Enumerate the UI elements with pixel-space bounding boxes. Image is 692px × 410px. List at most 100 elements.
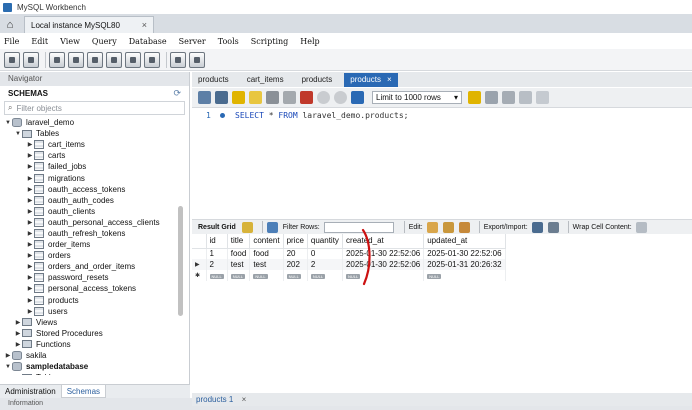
tree-item-folder[interactable]: ▼ Tables: [0, 128, 189, 139]
grid-cell[interactable]: 1: [206, 248, 228, 259]
menu-edit[interactable]: Edit: [31, 37, 48, 46]
grid-cell[interactable]: 2025-01-30 22:52:06: [423, 248, 506, 259]
editor-tab[interactable]: products ×: [344, 73, 398, 87]
menu-database[interactable]: Database: [129, 37, 167, 46]
tree-item-folder[interactable]: ▶ Views: [0, 317, 189, 328]
tree-item-schema[interactable]: ▼ laravel_demo: [0, 117, 189, 128]
collapsed-arrow-icon[interactable]: ▶: [26, 241, 34, 248]
collapsed-arrow-icon[interactable]: ▶: [26, 285, 34, 292]
collapsed-arrow-icon[interactable]: ▶: [26, 141, 34, 148]
export-icon[interactable]: [531, 221, 543, 233]
tree-item-folder[interactable]: ▶ Functions: [0, 339, 189, 350]
column-header[interactable]: updated_at: [423, 234, 506, 249]
tab-schemas[interactable]: Schemas: [60, 385, 107, 398]
expanded-arrow-icon[interactable]: ▼: [4, 120, 12, 126]
open-file-icon[interactable]: [198, 91, 211, 104]
column-header[interactable]: price: [283, 234, 308, 249]
autocommit-icon[interactable]: [351, 91, 364, 104]
create-function-icon[interactable]: [144, 51, 160, 68]
grid-cell[interactable]: 0: [307, 248, 343, 259]
grid-cell[interactable]: food: [249, 248, 284, 259]
collapsed-arrow-icon[interactable]: ▶: [26, 263, 34, 270]
grid-cell[interactable]: NULL: [307, 270, 343, 281]
column-header[interactable]: id: [206, 234, 228, 249]
execute-current-icon[interactable]: [249, 91, 262, 104]
collapsed-arrow-icon[interactable]: ▶: [26, 297, 34, 304]
collapsed-arrow-icon[interactable]: ▶: [26, 208, 34, 215]
close-icon[interactable]: ×: [242, 395, 247, 404]
collapsed-arrow-icon[interactable]: ▶: [26, 230, 34, 237]
commit-icon[interactable]: [317, 91, 330, 104]
tree-item-table[interactable]: ▶ oauth_refresh_tokens: [0, 228, 189, 239]
grid-cell[interactable]: food: [227, 248, 251, 259]
create-procedure-icon[interactable]: [125, 51, 141, 68]
tree-item-table[interactable]: ▶ personal_access_tokens: [0, 283, 189, 294]
tree-item-table[interactable]: ▶ failed_jobs: [0, 161, 189, 172]
menu-file[interactable]: File: [4, 37, 19, 46]
column-header[interactable]: content: [249, 234, 284, 249]
tree-item-table[interactable]: ▶ products: [0, 295, 189, 306]
beautify-icon[interactable]: [485, 91, 498, 104]
row-pointer-icon[interactable]: ▶: [192, 259, 207, 270]
menu-query[interactable]: Query: [92, 37, 117, 46]
reconnect-icon[interactable]: [189, 51, 205, 68]
collapsed-arrow-icon[interactable]: ▶: [26, 197, 34, 204]
grid-cell[interactable]: 2: [206, 259, 228, 270]
menu-view[interactable]: View: [60, 37, 80, 46]
menu-server[interactable]: Server: [179, 37, 206, 46]
add-snippet-icon[interactable]: [468, 91, 481, 104]
grid-cell[interactable]: test: [249, 259, 284, 270]
grid-cell[interactable]: 20: [283, 248, 308, 259]
tree-item-folder[interactable]: ▶ Stored Procedures: [0, 328, 189, 339]
tree-item-table[interactable]: ▶ oauth_personal_access_clients: [0, 217, 189, 228]
grid-cell[interactable]: test: [227, 259, 251, 270]
search-table-data-icon[interactable]: [170, 51, 186, 68]
execute-icon[interactable]: [232, 91, 245, 104]
tree-item-schema[interactable]: ▼ sampledatabase: [0, 361, 189, 372]
delete-row-icon[interactable]: [458, 221, 470, 233]
wrap-lines-icon[interactable]: [536, 91, 549, 104]
insert-row-icon[interactable]: [442, 221, 454, 233]
tree-item-table[interactable]: ▶ order_items: [0, 239, 189, 250]
tree-item-table[interactable]: ▶ carts: [0, 150, 189, 161]
tree-item-table[interactable]: ▶ users: [0, 306, 189, 317]
collapsed-arrow-icon[interactable]: ▶: [26, 308, 34, 315]
tree-item-table[interactable]: ▶ migrations: [0, 172, 189, 183]
collapsed-arrow-icon[interactable]: ▶: [26, 252, 34, 259]
table-row[interactable]: 1 food food 20 0 2025-01-30 22:52:06 2025-01-3…: [192, 248, 506, 259]
inspector-icon[interactable]: [49, 51, 65, 68]
filter-objects-input[interactable]: ⌕ Filter objects: [4, 101, 185, 115]
limit-rows-select[interactable]: Limit to 1000 rows ▾: [372, 91, 462, 104]
row-marker[interactable]: [192, 248, 207, 259]
tree-item-table[interactable]: ▶ oauth_clients: [0, 206, 189, 217]
sql-editor[interactable]: 1 SELECT * FROM laravel_demo.products;: [192, 108, 692, 216]
grid-cell[interactable]: NULL: [227, 270, 251, 281]
rollback-icon[interactable]: [334, 91, 347, 104]
editor-tab[interactable]: products: [192, 73, 235, 87]
collapsed-arrow-icon[interactable]: ▶: [26, 186, 34, 193]
collapsed-arrow-icon[interactable]: ▶: [14, 374, 22, 375]
invisible-chars-icon[interactable]: [519, 91, 532, 104]
collapsed-arrow-icon[interactable]: ▶: [14, 319, 22, 326]
grid-cell[interactable]: 202: [283, 259, 308, 270]
expanded-arrow-icon[interactable]: ▼: [4, 364, 12, 370]
tree-item-table[interactable]: ▶ orders_and_order_items: [0, 261, 189, 272]
navigator-scrollbar[interactable]: [178, 206, 183, 316]
close-icon[interactable]: ×: [387, 75, 392, 84]
new-sql-tab-icon[interactable]: [4, 51, 20, 68]
collapsed-arrow-icon[interactable]: ▶: [4, 352, 12, 359]
tree-item-schema[interactable]: ▶ sakila: [0, 350, 189, 361]
grid-cell[interactable]: 2: [307, 259, 343, 270]
wrap-cell-icon[interactable]: [635, 221, 647, 233]
grid-cell[interactable]: NULL: [423, 270, 506, 281]
home-icon[interactable]: ⌂: [0, 16, 20, 33]
open-sql-script-icon[interactable]: [23, 51, 39, 68]
menu-tools[interactable]: Tools: [218, 37, 239, 46]
tree-item-table[interactable]: ▶ cart_items: [0, 139, 189, 150]
toggle-error-icon[interactable]: [300, 91, 313, 104]
tree-item-table[interactable]: ▶ oauth_access_tokens: [0, 184, 189, 195]
tree-item-table[interactable]: ▶ password_resets: [0, 272, 189, 283]
collapsed-arrow-icon[interactable]: ▶: [26, 219, 34, 226]
menu-help[interactable]: Help: [300, 37, 319, 46]
menu-scripting[interactable]: Scripting: [251, 37, 289, 46]
